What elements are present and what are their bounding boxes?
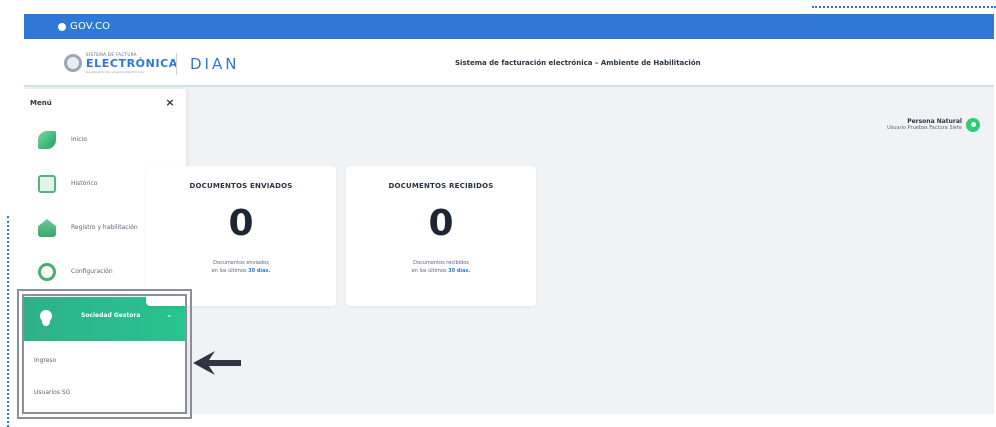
sidebar-item-label: Configuración [71,268,113,275]
sidebar-item-label: Histórico [71,180,98,187]
dotted-line-top [812,6,996,8]
user-name: Persona Natural [907,118,962,125]
document-icon [38,175,56,193]
user-icon [970,121,976,127]
logo-sub-text: Gestionando Documentos Electrónicos [86,69,144,74]
card-desc-prefix: en los últimos [411,267,449,274]
card-description: Documentos recibidos en los últimos 30 d… [346,260,536,275]
seal-icon [64,54,82,72]
card-desc-highlight: 30 días. [448,267,471,274]
gov-bar-label[interactable]: GOV.CO [70,21,110,32]
menu-title: Menú [30,99,52,107]
highlight-box-inner [22,294,187,414]
logo-small-text: SISTEMA DE FACTURA [86,51,137,57]
user-info[interactable]: Persona Natural Usuario Pruebas Factura … [887,118,962,131]
building-icon [38,219,56,237]
card-description: Documentos enviados en los últimos 30 dí… [146,260,336,275]
factura-electronica-logo[interactable]: SISTEMA DE FACTURA ELECTRÓNICA Gestionan… [64,51,178,75]
gov-bar: GOV.CO [24,14,994,39]
close-icon[interactable]: × [164,97,176,109]
dian-logo[interactable]: DIAN [190,55,239,73]
sidebar-item-inicio[interactable]: Inicio [24,121,186,161]
logo-divider [176,53,177,75]
gear-icon [38,263,56,281]
page-title: Sistema de facturación electrónica – Amb… [455,59,701,67]
card-desc-line1: Documentos recibidos [413,260,469,266]
sidebar-item-label: Inicio [71,136,87,143]
card-documentos-enviados: DOCUMENTOS ENVIADOS 0 Documentos enviado… [146,166,336,306]
card-desc-line1: Documentos enviados [213,260,269,266]
card-desc-prefix: en los últimos [211,267,249,274]
card-desc-highlight: 30 días. [248,267,271,274]
card-title: DOCUMENTOS RECIBIDOS [388,182,494,190]
arrow-left-icon [193,351,241,375]
card-count: 0 [428,203,454,244]
avatar[interactable] [966,118,980,132]
logo-big-text: ELECTRÓNICA [86,56,178,70]
card-title: DOCUMENTOS ENVIADOS [189,182,293,190]
header: SISTEMA DE FACTURA ELECTRÓNICA Gestionan… [24,39,994,87]
gov-co-icon [58,22,66,31]
leaf-icon [38,131,56,149]
sidebar-item-label: Registro y habilitación [71,224,138,231]
dotted-line-left [7,216,9,427]
menu-header: Menú × [24,89,186,117]
card-documentos-recibidos: DOCUMENTOS RECIBIDOS 0 Documentos recibi… [346,166,536,306]
card-count: 0 [228,203,254,244]
user-subtitle: Usuario Pruebas Factura Siete [887,125,962,132]
